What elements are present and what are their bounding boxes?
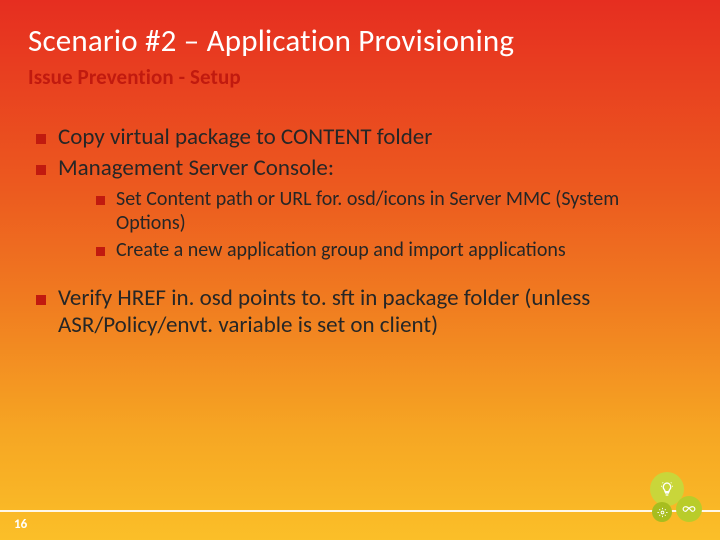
gear-icon	[652, 502, 672, 522]
slide-subtitle: Issue Prevention - Setup	[28, 64, 692, 90]
list-item: Set Content path or URL for. osd/icons i…	[58, 188, 692, 235]
list-item: Create a new application group and impor…	[58, 239, 692, 263]
decorative-badges	[646, 472, 702, 528]
slide: Scenario #2 – Application Provisioning I…	[0, 0, 720, 339]
bullet-list: Copy virtual package to CONTENT folder M…	[28, 124, 692, 263]
list-item: Management Server Console: Set Content p…	[28, 155, 692, 263]
slide-title: Scenario #2 – Application Provisioning	[28, 22, 692, 60]
bullet-list: Verify HREF in. osd points to. sft in pa…	[28, 285, 692, 339]
list-item: Copy virtual package to CONTENT folder	[28, 124, 692, 151]
list-item-label: Management Server Console:	[58, 154, 334, 182]
list-item: Verify HREF in. osd points to. sft in pa…	[28, 285, 692, 339]
slide-content: Copy virtual package to CONTENT folder M…	[28, 124, 692, 339]
page-number: 16	[14, 517, 27, 532]
infinity-icon	[676, 496, 702, 522]
footer-divider	[0, 510, 720, 512]
bullet-sublist: Set Content path or URL for. osd/icons i…	[58, 188, 692, 263]
